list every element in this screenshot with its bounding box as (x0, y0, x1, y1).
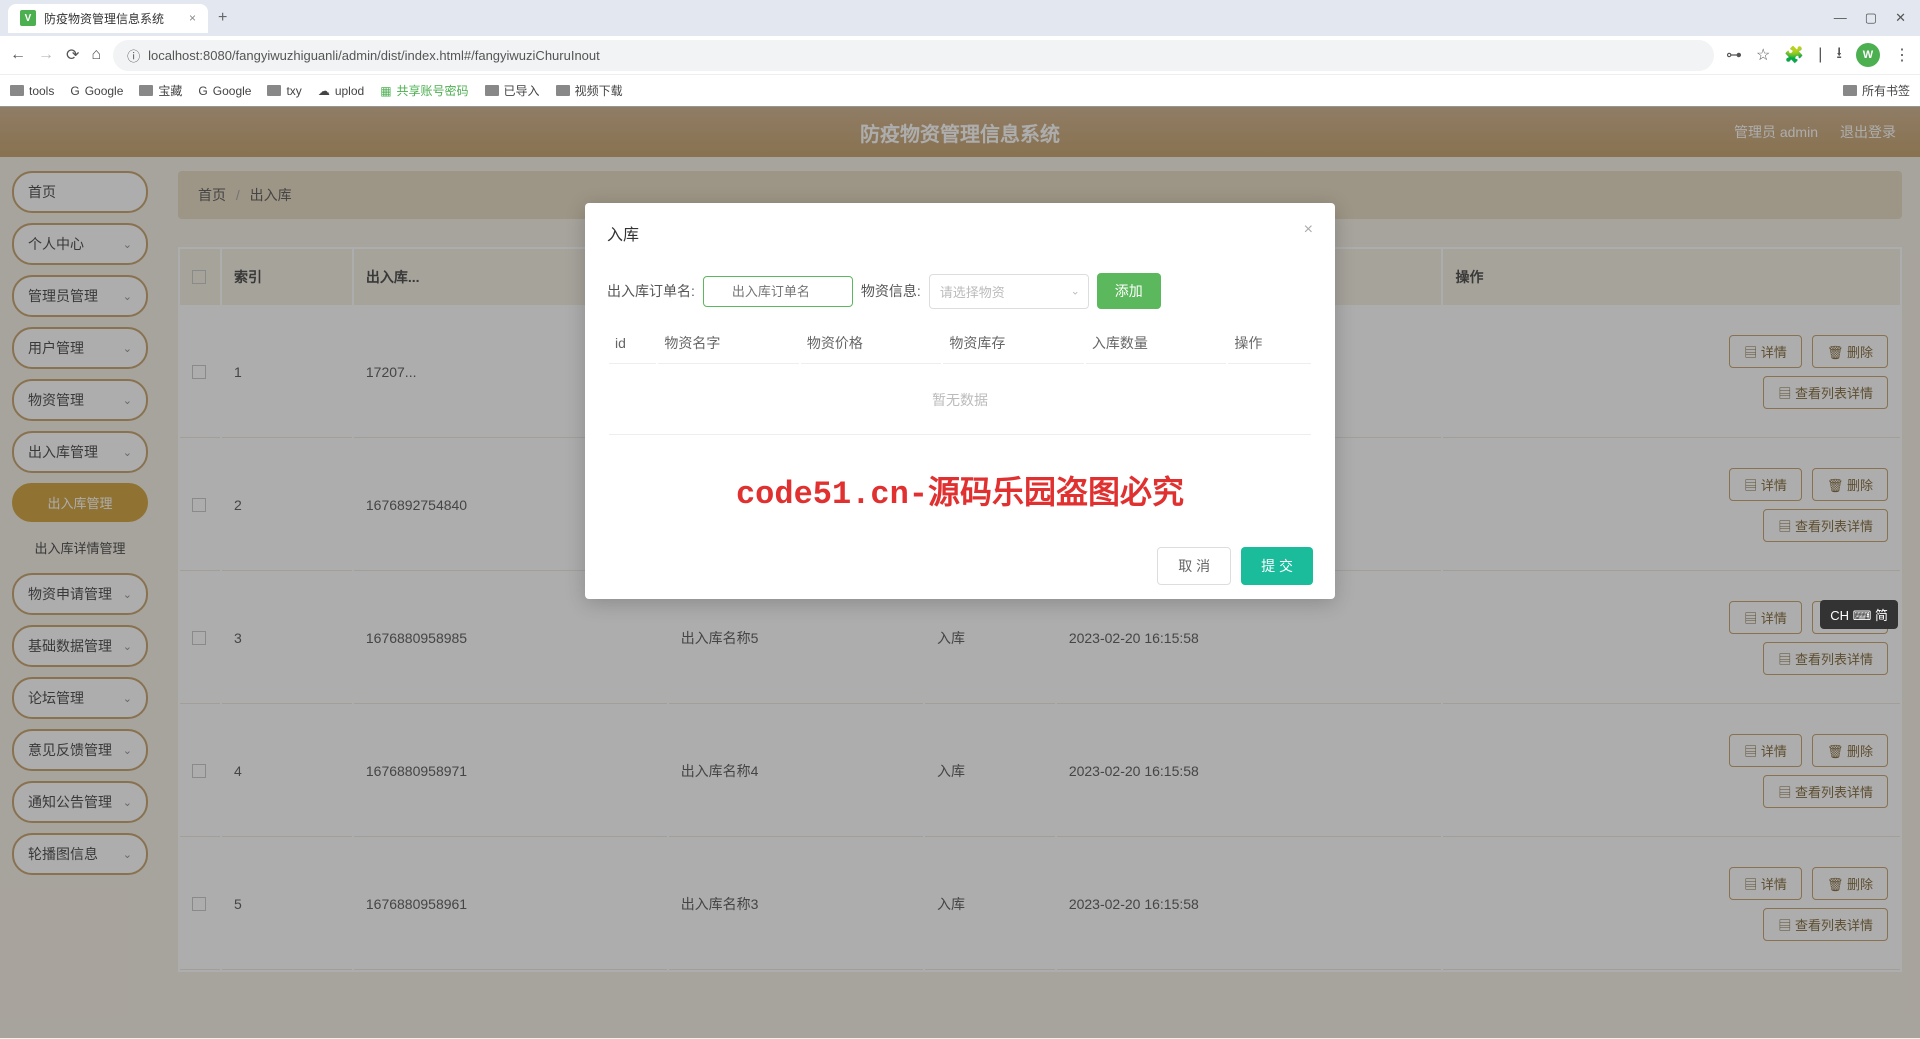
forward-icon[interactable]: → (38, 46, 54, 64)
window-controls: — ▢ ✕ (1834, 10, 1920, 26)
material-select[interactable]: 请选择物资 (929, 274, 1089, 309)
order-name-input[interactable] (703, 276, 853, 307)
order-name-label: 出入库订单名: (607, 281, 695, 301)
submit-button[interactable]: 提 交 (1241, 547, 1313, 585)
modal-overlay: 入库 × 出入库订单名: ⌕ 物资信息: 请选择物资 ⌄ 添加 id (0, 106, 1920, 1038)
bookmark-item[interactable]: 视频下载 (556, 82, 623, 99)
bookmark-item[interactable]: txy (267, 84, 301, 98)
folder-icon (1843, 85, 1857, 96)
folder-icon (139, 85, 153, 96)
col-action: 操作 (1228, 323, 1311, 364)
modal-close-icon[interactable]: × (1304, 221, 1313, 245)
col-price: 物资价格 (801, 323, 942, 364)
browser-tab[interactable]: V 防疫物资管理信息系统 × (8, 4, 208, 33)
folder-icon (10, 85, 24, 96)
tab-close-icon[interactable]: × (189, 11, 196, 25)
url-text: localhost:8080/fangyiwuzhiguanli/admin/d… (148, 48, 600, 63)
col-stock: 物资库存 (943, 323, 1084, 364)
close-window-icon[interactable]: ✕ (1895, 10, 1906, 26)
home-icon[interactable]: ⌂ (91, 46, 101, 64)
bookmark-item[interactable]: 宝藏 (139, 82, 182, 99)
add-button[interactable]: 添加 (1097, 273, 1161, 309)
bookmark-item[interactable]: G Google (198, 84, 251, 98)
download-icon[interactable]: ⭳ (1836, 42, 1842, 69)
inbound-modal: 入库 × 出入库订单名: ⌕ 物资信息: 请选择物资 ⌄ 添加 id (585, 203, 1335, 599)
bookmark-icon[interactable]: ☆ (1756, 45, 1770, 65)
browser-chrome: V 防疫物资管理信息系统 × + — ▢ ✕ ← → ⟳ ⌂ ⓘ localho… (0, 0, 1920, 107)
password-icon[interactable]: ⊶ (1726, 45, 1742, 65)
url-input[interactable]: ⓘ localhost:8080/fangyiwuzhiguanli/admin… (113, 40, 1714, 71)
watermark-warning: code51.cn-源码乐园盗图必究 (607, 467, 1313, 513)
site-info-icon[interactable]: ⓘ (127, 46, 140, 65)
folder-icon (556, 85, 570, 96)
folder-icon (267, 85, 281, 96)
ime-indicator[interactable]: CH ⌨ 简 (1820, 600, 1898, 629)
profile-avatar[interactable]: W (1856, 43, 1880, 67)
bookmark-item[interactable]: 已导入 (485, 82, 540, 99)
chevron-down-icon: ⌄ (1071, 285, 1080, 298)
cancel-button[interactable]: 取 消 (1157, 547, 1231, 585)
modal-table: id 物资名字 物资价格 物资库存 入库数量 操作 暂无数据 (607, 321, 1313, 437)
bookmark-item[interactable]: G Google (70, 84, 123, 98)
empty-text: 暂无数据 (609, 366, 1311, 435)
reload-icon[interactable]: ⟳ (66, 45, 79, 65)
tab-favicon: V (20, 10, 36, 26)
divider: | (1818, 46, 1822, 64)
folder-icon (485, 85, 499, 96)
tab-title: 防疫物资管理信息系统 (44, 10, 164, 27)
minimize-icon[interactable]: — (1834, 10, 1847, 26)
back-icon[interactable]: ← (10, 46, 26, 64)
maximize-icon[interactable]: ▢ (1865, 10, 1877, 26)
new-tab-button[interactable]: + (208, 9, 237, 27)
col-qty: 入库数量 (1086, 323, 1227, 364)
bookmark-item[interactable]: ▦ 共享账号密码 (380, 82, 468, 99)
tab-bar: V 防疫物资管理信息系统 × + — ▢ ✕ (0, 0, 1920, 36)
modal-title: 入库 (607, 221, 639, 245)
bookmarks-bar: tools G Google 宝藏 G Google txy ☁ uplod ▦… (0, 74, 1920, 106)
menu-icon[interactable]: ⋮ (1894, 45, 1910, 65)
extensions-icon[interactable]: 🧩 (1784, 45, 1804, 65)
bookmark-item[interactable]: tools (10, 84, 54, 98)
material-label: 物资信息: (861, 281, 921, 301)
col-id: id (609, 323, 656, 364)
all-bookmarks[interactable]: 所有书签 (1843, 82, 1910, 99)
bookmark-item[interactable]: ☁ uplod (318, 84, 364, 98)
address-bar: ← → ⟳ ⌂ ⓘ localhost:8080/fangyiwuzhiguan… (0, 36, 1920, 74)
col-name: 物资名字 (658, 323, 799, 364)
